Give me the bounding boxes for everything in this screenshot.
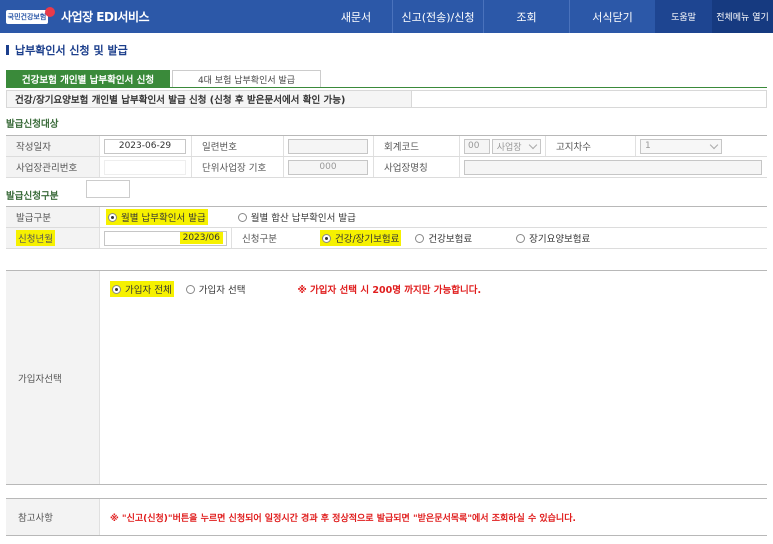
account-name-select[interactable]: 사업장 — [491, 138, 541, 154]
apply-ltc-label: 장기요양보험료 — [529, 234, 591, 245]
notice-banner: 건강/장기요양보험 개인별 납부확인서 발급 신청 (신청 후 받은문서에서 확… — [6, 90, 412, 108]
write-date-input[interactable]: 2023-06-29 — [104, 138, 186, 154]
table-row: 신청년월 2023/06 신청구분 건강/장기보험료 건강보험료 장기요양보험료 — [6, 228, 767, 249]
reference-text: ※ "신고(신청)"버튼을 누르면 신청되어 일정시간 경과 후 정상적으로 발… — [110, 513, 576, 524]
reference-label: 참고사항 — [6, 499, 100, 535]
nav-new-document[interactable]: 새문서 — [320, 0, 392, 33]
biz-name-label: 사업장명칭 — [374, 157, 460, 177]
table-row: 발급구분 월별 납부확인서 발급 월별 합산 납부확인서 발급 — [6, 207, 767, 228]
member-all-radio[interactable]: 가입자 전체 — [110, 281, 174, 297]
account-name-value: 사업장 — [496, 142, 522, 153]
radio-checked-icon — [322, 233, 331, 243]
type-blank-box — [86, 180, 130, 198]
notice-empty-cell — [412, 90, 767, 108]
chevron-down-icon — [709, 140, 719, 149]
type-table: 발급구분 월별 납부확인서 발급 월별 합산 납부확인서 발급 신청년월 202… — [6, 206, 767, 249]
radio-checked-icon — [112, 284, 121, 294]
issue-monthly-label: 월별 납부확인서 발급 — [121, 213, 206, 224]
nav-inquiry[interactable]: 조회 — [484, 0, 569, 33]
logo-dot-icon — [45, 6, 55, 17]
apply-both-radio[interactable]: 건강/장기보험료 — [320, 230, 402, 246]
issue-type-cell: 월별 납부확인서 발급 월별 합산 납부확인서 발급 — [100, 207, 767, 227]
nav-report-send[interactable]: 신고(전송)/신청 — [393, 0, 483, 33]
member-select-area: 가입자 전체 가입자 선택 ※ 가입자 선택 시 200명 까지만 가능합니다. — [100, 271, 767, 484]
period-label-cell: 신청년월 — [6, 228, 100, 248]
title-bullet-icon — [6, 45, 9, 55]
member-select-box: 가입자선택 가입자 전체 가입자 선택 ※ 가입자 선택 시 200명 까지만 … — [6, 270, 767, 485]
section-target-title: 발급신청대상 — [6, 119, 59, 130]
apply-ltc-radio[interactable]: 장기요양보험료 — [516, 231, 590, 245]
radio-unchecked-icon — [516, 233, 526, 243]
nhis-logo-icon: 국민건강보험 — [6, 9, 48, 24]
write-date-cell: 2023-06-29 — [100, 136, 192, 156]
notice-no-select[interactable]: 1 — [640, 138, 722, 154]
page-title-text: 납부확인서 신청 및 발급 — [15, 44, 128, 57]
issue-total-label: 월별 합산 납부확인서 발급 — [250, 213, 356, 224]
service-title: 사업장 EDI서비스 — [61, 10, 150, 24]
page-title: 납부확인서 신청 및 발급 — [6, 42, 128, 58]
target-table: 작성일자 2023-06-29 일련번호 회계코드 00 사업장 고지차수 1 … — [6, 135, 767, 178]
biz-no-cell — [100, 157, 192, 177]
tab-four-insurance[interactable]: 4대 보험 납부확인서 발급 — [172, 70, 321, 87]
account-code-input[interactable]: 00 — [464, 138, 490, 154]
issue-total-radio[interactable]: 월별 합산 납부확인서 발급 — [237, 210, 356, 224]
table-row: 작성일자 2023-06-29 일련번호 회계코드 00 사업장 고지차수 1 — [6, 136, 767, 157]
member-limit-warning: ※ 가입자 선택 시 200명 까지만 가능합니다. — [297, 285, 482, 296]
member-select-radio[interactable]: 가입자 선택 — [185, 282, 246, 296]
unit-label: 단위사업장 기호 — [192, 157, 284, 177]
issue-monthly-radio[interactable]: 월별 납부확인서 발급 — [106, 209, 208, 225]
apply-type-cell: 건강/장기보험료 건강보험료 장기요양보험료 — [316, 228, 767, 248]
period-cell: 2023/06 — [100, 228, 232, 248]
reference-content: ※ "신고(신청)"버튼을 누르면 신청되어 일정시간 경과 후 정상적으로 발… — [100, 499, 767, 535]
logo[interactable]: 국민건강보험 사업장 EDI서비스 — [6, 6, 150, 25]
reference-box: 참고사항 ※ "신고(신청)"버튼을 누르면 신청되어 일정시간 경과 후 정상… — [6, 498, 767, 536]
period-input[interactable]: 2023/06 — [104, 230, 227, 246]
apply-health-label: 건강보험료 — [428, 234, 473, 245]
issue-type-label: 발급구분 — [6, 207, 100, 227]
help-button[interactable]: 도움말 — [655, 0, 712, 33]
period-value: 2023/06 — [179, 232, 223, 244]
biz-no-label: 사업장관리번호 — [6, 157, 100, 177]
apply-both-label: 건강/장기보험료 — [335, 234, 400, 245]
radio-unchecked-icon — [237, 212, 247, 222]
radio-checked-icon — [108, 212, 117, 222]
biz-name-cell — [460, 157, 767, 177]
member-all-label: 가입자 전체 — [125, 285, 172, 296]
unit-input[interactable]: 000 — [288, 159, 368, 175]
all-menu-button[interactable]: 전체메뉴 열기 — [712, 0, 773, 33]
notice-no-cell: 1 — [636, 136, 767, 156]
radio-unchecked-icon — [415, 233, 425, 243]
apply-type-label: 신청구분 — [232, 228, 316, 248]
serial-label: 일련번호 — [192, 136, 284, 156]
notice-no-value: 1 — [645, 141, 651, 151]
member-select-radio-label: 가입자 선택 — [198, 285, 246, 296]
member-select-label: 가입자선택 — [6, 271, 100, 484]
biz-no-input[interactable] — [104, 159, 186, 175]
account-code-label: 회계코드 — [374, 136, 460, 156]
nav-close-form[interactable]: 서식닫기 — [570, 0, 655, 33]
notice-no-label: 고지차수 — [546, 136, 636, 156]
member-options: 가입자 전체 가입자 선택 ※ 가입자 선택 시 200명 까지만 가능합니다. — [110, 281, 481, 297]
chevron-down-icon — [528, 140, 538, 149]
account-code-cell: 00 사업장 — [460, 136, 546, 156]
top-header: 국민건강보험 사업장 EDI서비스 새문서 신고(전송)/신청 조회 서식닫기 … — [0, 0, 773, 33]
period-label: 신청년월 — [16, 230, 55, 246]
section-type-title: 발급신청구분 — [6, 191, 59, 202]
apply-health-radio[interactable]: 건강보험료 — [415, 231, 472, 245]
table-row: 사업장관리번호 단위사업장 기호 000 사업장명칭 — [6, 157, 767, 178]
tab-health-individual[interactable]: 건강보험 개인별 납부확인서 신청 — [6, 70, 170, 87]
biz-name-input[interactable] — [464, 159, 762, 175]
unit-cell: 000 — [284, 157, 374, 177]
tab-underline — [6, 87, 767, 88]
serial-input[interactable] — [288, 138, 368, 154]
write-date-label: 작성일자 — [6, 136, 100, 156]
serial-cell — [284, 136, 374, 156]
radio-unchecked-icon — [185, 284, 195, 294]
